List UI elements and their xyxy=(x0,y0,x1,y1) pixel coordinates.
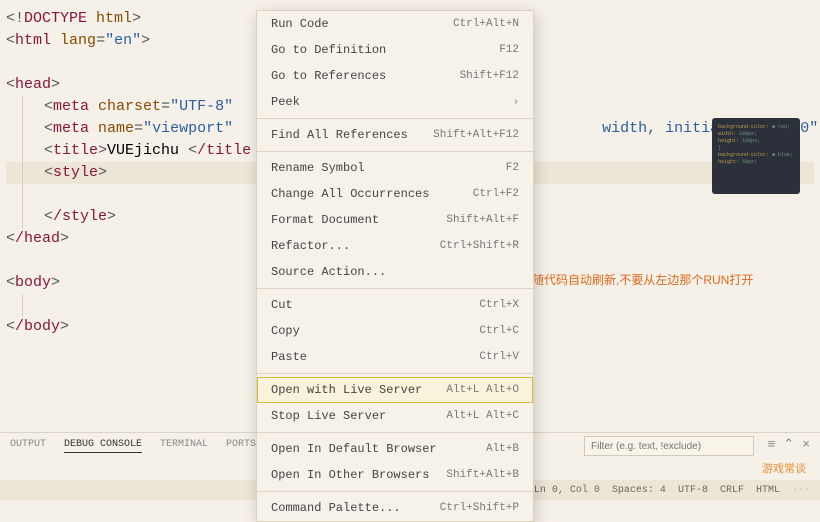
status-extra: ··· xyxy=(792,485,810,496)
menu-format-document[interactable]: Format DocumentShift+Alt+F xyxy=(257,207,533,233)
status-eol[interactable]: CRLF xyxy=(720,485,744,496)
menu-open-live-server[interactable]: Open with Live ServerAlt+L Alt+O xyxy=(257,377,533,403)
menu-separator xyxy=(257,491,533,492)
preview-thumbnail[interactable]: background-color: ■ red; width: 100px; h… xyxy=(712,118,800,194)
menu-separator xyxy=(257,432,533,433)
menu-command-palette[interactable]: Command Palette...Ctrl+Shift+P xyxy=(257,495,533,521)
tab-ports[interactable]: PORTS xyxy=(226,439,256,453)
tab-output[interactable]: OUTPUT xyxy=(10,439,46,453)
menu-rename-symbol[interactable]: Rename SymbolF2 xyxy=(257,155,533,181)
status-spaces[interactable]: Spaces: 4 xyxy=(612,485,666,496)
menu-copy[interactable]: CopyCtrl+C xyxy=(257,318,533,344)
menu-separator xyxy=(257,151,533,152)
menu-find-all-references[interactable]: Find All ReferencesShift+Alt+F12 xyxy=(257,122,533,148)
doctype-tag: DOCTYPE xyxy=(24,10,87,27)
list-icon[interactable]: ≡ xyxy=(767,437,775,452)
menu-go-references[interactable]: Go to ReferencesShift+F12 xyxy=(257,63,533,89)
menu-open-other-browsers[interactable]: Open In Other BrowsersShift+Alt+B xyxy=(257,462,533,488)
tab-terminal[interactable]: TERMINAL xyxy=(160,439,208,453)
context-menu: Run CodeCtrl+Alt+N Go to DefinitionF12 G… xyxy=(256,10,534,522)
menu-open-default-browser[interactable]: Open In Default BrowserAlt+B xyxy=(257,436,533,462)
status-encoding[interactable]: UTF-8 xyxy=(678,485,708,496)
filter-input[interactable] xyxy=(584,436,754,456)
menu-separator xyxy=(257,373,533,374)
status-lncol[interactable]: Ln 0, Col 0 xyxy=(534,485,600,496)
menu-refactor[interactable]: Refactor...Ctrl+Shift+R xyxy=(257,233,533,259)
menu-go-definition[interactable]: Go to DefinitionF12 xyxy=(257,37,533,63)
title-text: VUEjichu xyxy=(107,142,188,159)
menu-separator xyxy=(257,288,533,289)
tab-debug-console[interactable]: DEBUG CONSOLE xyxy=(64,439,142,453)
menu-run-code[interactable]: Run CodeCtrl+Alt+N xyxy=(257,11,533,37)
menu-separator xyxy=(257,118,533,119)
chevron-right-icon: › xyxy=(513,97,519,108)
menu-cut[interactable]: CutCtrl+X xyxy=(257,292,533,318)
menu-source-action[interactable]: Source Action... xyxy=(257,259,533,285)
menu-paste[interactable]: PasteCtrl+V xyxy=(257,344,533,370)
menu-peek[interactable]: Peek› xyxy=(257,89,533,115)
status-language[interactable]: HTML xyxy=(756,485,780,496)
chevron-up-icon[interactable]: ⌃ xyxy=(783,437,794,452)
menu-stop-live-server[interactable]: Stop Live ServerAlt+L Alt+C xyxy=(257,403,533,429)
menu-change-all[interactable]: Change All OccurrencesCtrl+F2 xyxy=(257,181,533,207)
close-icon[interactable]: × xyxy=(802,437,810,452)
watermark: 游戏常谈 xyxy=(762,460,806,476)
